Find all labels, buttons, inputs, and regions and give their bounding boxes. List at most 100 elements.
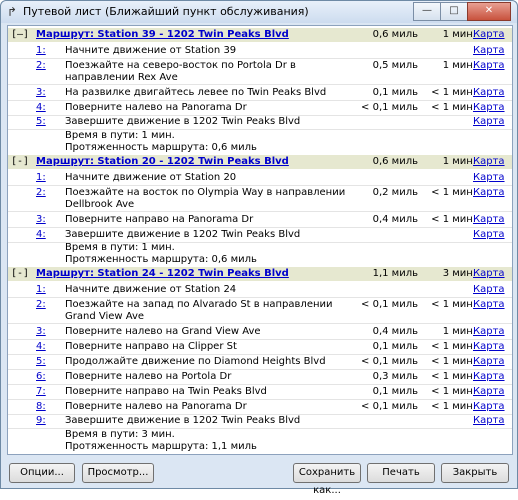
route-title-link[interactable]: Маршрут: Station 20 - 1202 Twin Peaks Bl…	[36, 156, 289, 167]
step-number-link[interactable]: 5:	[36, 356, 46, 367]
step-number-link[interactable]: 2:	[36, 299, 46, 310]
step-instruction: Поверните направо на Twin Peaks Blvd	[65, 386, 267, 397]
step-row: 1: Начните движение от Station 20 Карта	[8, 171, 512, 185]
step-number-link[interactable]: 4:	[36, 102, 46, 113]
route-distance: 0,6 миль	[372, 156, 418, 167]
step-number-link[interactable]: 1:	[36, 172, 46, 183]
directions-icon: ↱	[7, 5, 18, 19]
step-time: < 1 мин.	[431, 87, 476, 98]
minimize-button[interactable]: —	[413, 2, 441, 21]
step-distance: 0,1 миль	[372, 87, 418, 98]
step-map-link[interactable]: Карта	[473, 60, 505, 71]
route-summary: Время в пути: 1 мин. Протяженность маршру…	[8, 242, 512, 268]
step-distance: 0,5 миль	[372, 60, 418, 71]
step-instruction: Продолжайте движение по Diamond Heights …	[65, 356, 326, 367]
step-distance: 0,2 миль	[372, 187, 418, 198]
step-instruction: Поверните направо на Clipper St	[65, 341, 237, 352]
step-map-link[interactable]: Карта	[473, 116, 505, 127]
step-row: 8: Поверните налево на Panorama Dr < 0,1 м…	[8, 400, 512, 414]
step-map-link[interactable]: Карта	[473, 371, 505, 382]
step-time: < 1 мин.	[431, 371, 476, 382]
step-time: < 1 мин.	[431, 187, 476, 198]
directions-list[interactable]: [–] Маршрут: Station 39 - 1202 Twin Peaks…	[7, 25, 513, 455]
step-instruction: На развилке двигайтесь левее по Twin Pea…	[65, 87, 327, 98]
step-map-link[interactable]: Карта	[473, 229, 505, 240]
collapse-toggle[interactable]: [-]	[11, 268, 29, 279]
route-title-link[interactable]: Маршрут: Station 39 - 1202 Twin Peaks Bl…	[36, 29, 289, 40]
route-header: [-] Маршрут: Station 20 - 1202 Twin Peaks…	[8, 155, 512, 169]
step-number-link[interactable]: 3:	[36, 87, 46, 98]
step-number-link[interactable]: 1:	[36, 284, 46, 295]
options-button[interactable]: Опции...	[9, 463, 75, 483]
step-time: < 1 мин.	[431, 299, 476, 310]
route-map-link[interactable]: Карта	[473, 29, 505, 40]
row-separator	[8, 211, 512, 212]
step-instruction: Начните движение от Station 20	[65, 172, 237, 183]
step-time: 1 мин.	[442, 326, 476, 337]
close-button[interactable]: Закрыть	[441, 463, 509, 483]
route-length: Протяженность маршрута: 0,6 миль	[65, 254, 257, 265]
step-instruction: Поверните налево на Portola Dr	[65, 371, 232, 382]
step-number-link[interactable]: 9:	[36, 415, 46, 426]
step-map-link[interactable]: Карта	[473, 401, 505, 412]
step-number-link[interactable]: 3:	[36, 326, 46, 337]
step-number-link[interactable]: 2:	[36, 60, 46, 71]
route-map-link[interactable]: Карта	[473, 268, 505, 279]
travel-time: Время в пути: 3 мин.	[65, 429, 175, 440]
step-distance: 0,4 миль	[372, 214, 418, 225]
window-controls: — □ ✕	[413, 2, 511, 21]
close-window-button[interactable]: ✕	[467, 2, 511, 21]
step-time: < 1 мин.	[431, 341, 476, 352]
step-map-link[interactable]: Карта	[473, 102, 505, 113]
route-map-link[interactable]: Карта	[473, 156, 505, 167]
step-row: 9: Завершите движение в 1202 Twin Peaks B…	[8, 414, 512, 428]
save-as-button[interactable]: Сохранить как...	[293, 463, 361, 496]
step-map-link[interactable]: Карта	[473, 299, 505, 310]
step-number-link[interactable]: 8:	[36, 401, 46, 412]
maximize-button[interactable]: □	[440, 2, 468, 21]
step-instruction: Завершите движение в 1202 Twin Peaks Blv…	[65, 116, 301, 127]
step-number-link[interactable]: 7:	[36, 386, 46, 397]
collapse-toggle[interactable]: [–]	[11, 29, 29, 40]
row-separator	[8, 323, 512, 324]
window-title: Путевой лист (Ближайший пункт обслуживан…	[23, 5, 309, 18]
step-map-link[interactable]: Карта	[473, 386, 505, 397]
step-number-link[interactable]: 2:	[36, 187, 46, 198]
step-row: 4: Завершите движение в 1202 Twin Peaks B…	[8, 228, 512, 242]
step-number-link[interactable]: 6:	[36, 371, 46, 382]
step-number-link[interactable]: 4:	[36, 229, 46, 240]
step-map-link[interactable]: Карта	[473, 214, 505, 225]
step-row: 5: Завершите движение в 1202 Twin Peaks B…	[8, 115, 512, 129]
step-map-link[interactable]: Карта	[473, 415, 505, 426]
collapse-toggle[interactable]: [-]	[11, 156, 29, 167]
route-summary: Время в пути: 1 мин. Протяженность маршру…	[8, 130, 512, 156]
step-map-link[interactable]: Карта	[473, 87, 505, 98]
step-number-link[interactable]: 3:	[36, 214, 46, 225]
title-bar: ↱ Путевой лист (Ближайший пункт обслужив…	[1, 1, 517, 23]
route-title-link[interactable]: Маршрут: Station 24 - 1202 Twin Peaks Bl…	[36, 268, 289, 279]
route-summary: Время в пути: 3 мин. Протяженность маршру…	[8, 429, 512, 454]
step-number-link[interactable]: 4:	[36, 341, 46, 352]
travel-time: Время в пути: 1 мин.	[65, 130, 175, 141]
step-instruction: Поверните налево на Panorama Dr	[65, 102, 247, 113]
step-map-link[interactable]: Карта	[473, 284, 505, 295]
step-number-link[interactable]: 5:	[36, 116, 46, 127]
step-number-link[interactable]: 1:	[36, 45, 46, 56]
step-instruction: Поезжайте на северо-восток по Portola Dr…	[65, 60, 296, 83]
route-distance: 1,1 миль	[372, 268, 418, 279]
preview-button[interactable]: Просмотр...	[82, 463, 154, 483]
step-map-link[interactable]: Карта	[473, 45, 505, 56]
step-map-link[interactable]: Карта	[473, 187, 505, 198]
route-time: 3 мин.	[442, 268, 476, 279]
step-map-link[interactable]: Карта	[473, 356, 505, 367]
step-row: 3: На развилке двигайтесь левее по Twin P…	[8, 86, 512, 100]
route-time: 1 мин.	[442, 156, 476, 167]
step-map-link[interactable]: Карта	[473, 172, 505, 183]
print-button[interactable]: Печать	[367, 463, 435, 483]
travel-time: Время в пути: 1 мин.	[65, 242, 175, 253]
row-separator	[8, 84, 512, 85]
step-instruction: Завершите движение в 1202 Twin Peaks Blv…	[65, 415, 301, 426]
step-map-link[interactable]: Карта	[473, 341, 505, 352]
step-distance: 0,1 миль	[372, 386, 418, 397]
step-map-link[interactable]: Карта	[473, 326, 505, 337]
